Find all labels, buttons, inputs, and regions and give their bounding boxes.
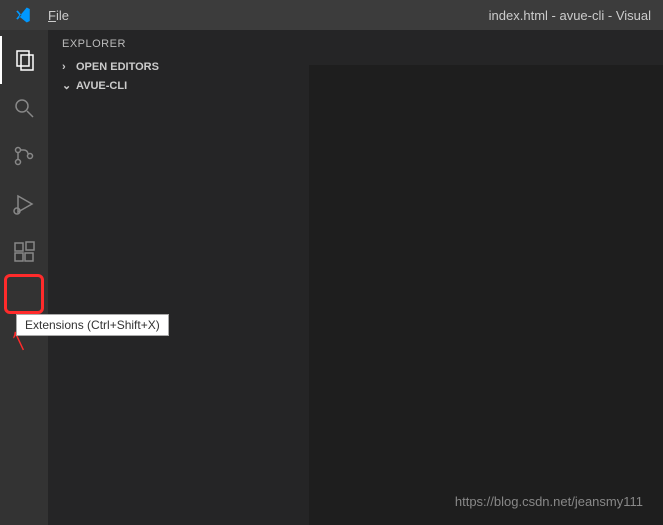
project-section[interactable]: ⌄AVUE-CLI	[48, 76, 309, 95]
code-lines[interactable]	[357, 89, 663, 525]
menubar: File index.html - avue-cli - Visual	[0, 0, 663, 30]
search-view-icon[interactable]	[0, 84, 48, 132]
project-label: AVUE-CLI	[76, 80, 127, 92]
vscode-logo-icon	[14, 6, 32, 24]
editor-tabs	[309, 30, 663, 65]
extensions-tooltip: Extensions (Ctrl+Shift+X)	[16, 314, 169, 336]
open-editors-label: OPEN EDITORS	[76, 61, 159, 73]
watermark-text: https://blog.csdn.net/jeansmy111	[455, 494, 643, 509]
code-area[interactable]	[309, 89, 663, 525]
menu-file[interactable]: File	[40, 4, 77, 27]
explorer-view-icon[interactable]	[0, 36, 48, 84]
open-editors-section[interactable]: ›OPEN EDITORS	[48, 58, 309, 76]
line-gutter	[309, 89, 357, 525]
sidebar-title: EXPLORER	[48, 30, 309, 58]
window-title: index.html - avue-cli - Visual	[489, 8, 657, 23]
breadcrumbs	[309, 65, 663, 89]
activity-bar: Extensions (Ctrl+Shift+X) ↑	[0, 30, 48, 525]
file-tree	[48, 95, 309, 525]
run-debug-icon[interactable]	[0, 180, 48, 228]
editor-group	[309, 30, 663, 525]
explorer-sidebar: EXPLORER ›OPEN EDITORS ⌄AVUE-CLI	[48, 30, 309, 525]
extensions-highlight	[4, 274, 44, 314]
source-control-icon[interactable]	[0, 132, 48, 180]
extensions-view-icon[interactable]	[0, 228, 48, 276]
